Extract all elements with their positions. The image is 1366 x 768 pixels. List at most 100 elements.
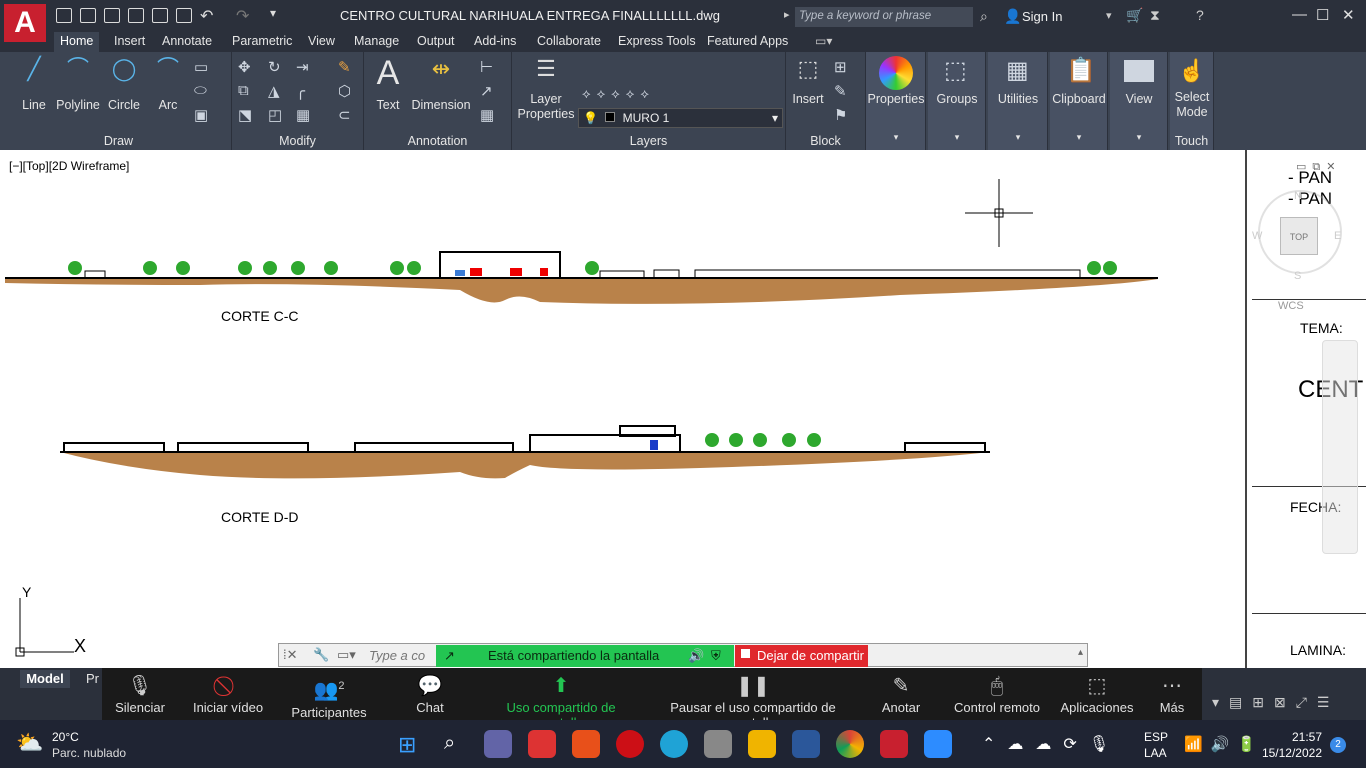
zoom-taskbar-icon[interactable]	[924, 730, 952, 758]
fillet-icon[interactable]: ╭	[296, 82, 305, 100]
remote-control-button[interactable]: 🖱 Control remoto	[952, 672, 1042, 715]
tab-model[interactable]: Model	[20, 670, 70, 688]
expand-arrow-icon[interactable]: ▸	[784, 8, 790, 21]
insert-block-tool[interactable]: ⬚ Insert	[788, 56, 828, 106]
open-web-icon[interactable]	[152, 8, 168, 23]
app-icon-red[interactable]	[528, 730, 556, 758]
new-icon[interactable]	[56, 8, 72, 23]
command-history-icon[interactable]: ▴	[1078, 647, 1083, 658]
search-input[interactable]: Type a keyword or phrase	[795, 7, 973, 27]
app-icon-gray[interactable]	[704, 730, 732, 758]
view-dropdown-icon[interactable]: ▾	[1110, 132, 1168, 143]
block-attrs-icon[interactable]: ⚑	[834, 106, 847, 124]
office-icon[interactable]	[572, 730, 600, 758]
word-icon[interactable]	[792, 730, 820, 758]
tab-presentation[interactable]: Pr	[86, 671, 99, 686]
stretch-icon[interactable]: ⬔	[238, 106, 252, 124]
viewport-window-controls-icon[interactable]: ▭⧉✕	[1296, 160, 1341, 174]
erase-icon[interactable]: ✎	[338, 58, 351, 76]
scale-icon[interactable]: ◰	[268, 106, 282, 124]
drawing-canvas[interactable]	[0, 150, 1245, 668]
utilities-dropdown-icon[interactable]: ▾	[988, 132, 1048, 143]
binoculars-icon[interactable]: ⌕	[980, 8, 988, 25]
command-customize-icon[interactable]: 🔧	[313, 647, 329, 663]
help-icon[interactable]: ?	[1196, 7, 1204, 23]
tab-express-tools[interactable]: Express Tools	[612, 32, 702, 52]
offset-icon[interactable]: ⊂	[338, 106, 351, 124]
viewcube-west[interactable]: W	[1252, 230, 1262, 242]
layer-dropdown[interactable]: 💡 MURO 1 ▾	[578, 108, 783, 128]
viewcube-east[interactable]: E	[1334, 230, 1341, 242]
search-taskbar-icon[interactable]: ⌕	[444, 732, 455, 755]
viewcube-north[interactable]: N	[1294, 190, 1302, 202]
leader-icon[interactable]: ↗	[480, 82, 493, 100]
layer-tools-row1-icon[interactable]: ⟡⟡⟡⟡⟡	[582, 86, 655, 102]
cart-icon[interactable]: 🛒	[1126, 7, 1143, 24]
redo-icon[interactable]: ↷	[236, 6, 249, 26]
view-panel[interactable]: View ▾	[1110, 52, 1168, 150]
clock-time[interactable]: 21:57	[1262, 730, 1322, 744]
tab-collaborate[interactable]: Collaborate	[531, 32, 607, 52]
quick-access-dropdown-icon[interactable]: ▾	[270, 6, 276, 20]
command-input[interactable]: Type a co	[369, 648, 425, 663]
close-icon[interactable]: ✕	[1342, 6, 1355, 24]
navigation-bar[interactable]	[1322, 340, 1358, 554]
language-2[interactable]: LAA	[1144, 746, 1167, 760]
sign-in-dropdown-icon[interactable]: ▾	[1106, 9, 1112, 22]
move-icon[interactable]: ✥	[238, 58, 251, 76]
temperature[interactable]: 20°C	[52, 730, 79, 744]
trim-icon[interactable]: ⇥	[296, 58, 309, 76]
tab-annotate[interactable]: Annotate	[156, 32, 218, 52]
viewport-controls[interactable]: [−][Top][2D Wireframe]	[9, 159, 129, 173]
linear-dim-icon[interactable]: ⊢	[480, 58, 493, 76]
draw-panel-title[interactable]: Draw	[6, 134, 231, 148]
teams-icon[interactable]	[484, 730, 512, 758]
undo-icon[interactable]: ↶	[200, 6, 213, 26]
app-menu-button[interactable]: A	[4, 4, 46, 42]
weather-icon[interactable]: ⛅	[16, 730, 43, 756]
mute-button[interactable]: 🎙 Silenciar	[110, 672, 170, 715]
saveas-icon[interactable]	[128, 8, 144, 23]
viewcube-top[interactable]: TOP	[1280, 217, 1318, 255]
status-bar-icons[interactable]: ▾▤⊞⊠⤢☰	[1212, 694, 1339, 711]
table-icon[interactable]: ▦	[480, 106, 494, 124]
modify-panel-title[interactable]: Modify	[232, 134, 363, 148]
chrome-icon[interactable]	[836, 730, 864, 758]
wcs-menu[interactable]: WCS	[1278, 300, 1304, 312]
clipboard-panel[interactable]: 📋 Clipboard ▾	[1050, 52, 1108, 150]
tab-manage[interactable]: Manage	[348, 32, 405, 52]
apps-button[interactable]: ⬚ Aplicaciones	[1058, 672, 1136, 715]
weather-text[interactable]: Parc. nublado	[52, 746, 126, 760]
language-1[interactable]: ESP	[1144, 730, 1168, 744]
arc-tool[interactable]: ⌒ Arc	[148, 56, 188, 112]
dimension-tool[interactable]: ⇹ Dimension	[410, 56, 472, 112]
tab-home[interactable]: Home	[54, 32, 100, 52]
start-icon[interactable]: ⊞	[398, 732, 416, 758]
save-icon[interactable]	[104, 8, 120, 23]
speaker-icon[interactable]: 🔊	[688, 648, 704, 664]
text-tool[interactable]: A Text	[370, 56, 406, 112]
tab-overflow-icon[interactable]: ▭▾	[815, 34, 832, 48]
select-mode-tool[interactable]: ☝ Select Mode	[1170, 56, 1214, 120]
open-icon[interactable]	[80, 8, 96, 23]
print-icon[interactable]	[176, 8, 192, 23]
tab-parametric[interactable]: Parametric	[226, 32, 298, 52]
start-video-button[interactable]: ⃠Iniciar vídeo	[190, 672, 266, 715]
circle-tool[interactable]: ◯ Circle	[102, 56, 146, 112]
opera-icon[interactable]	[616, 730, 644, 758]
create-block-icon[interactable]: ⊞	[834, 58, 847, 76]
tab-addins[interactable]: Add-ins	[468, 32, 522, 52]
system-tray-icons[interactable]: ⌃☁☁⟳🎙	[982, 734, 1121, 754]
viewcube-south[interactable]: S	[1294, 270, 1301, 282]
polyline-tool[interactable]: ⌒ Polyline	[50, 56, 106, 112]
minimize-icon[interactable]: —	[1292, 6, 1307, 23]
clipboard-dropdown-icon[interactable]: ▾	[1050, 132, 1108, 143]
properties-panel[interactable]: Properties ▾	[866, 52, 926, 150]
tab-view[interactable]: View	[302, 32, 341, 52]
utilities-panel[interactable]: ▦ Utilities ▾	[988, 52, 1048, 150]
file-explorer-icon[interactable]	[748, 730, 776, 758]
groups-panel[interactable]: ⬚ Groups ▾	[928, 52, 986, 150]
region-icon[interactable]: ▣	[194, 106, 208, 124]
properties-dropdown-icon[interactable]: ▾	[866, 132, 926, 143]
command-close-icon[interactable]: ⁞✕	[283, 647, 298, 663]
